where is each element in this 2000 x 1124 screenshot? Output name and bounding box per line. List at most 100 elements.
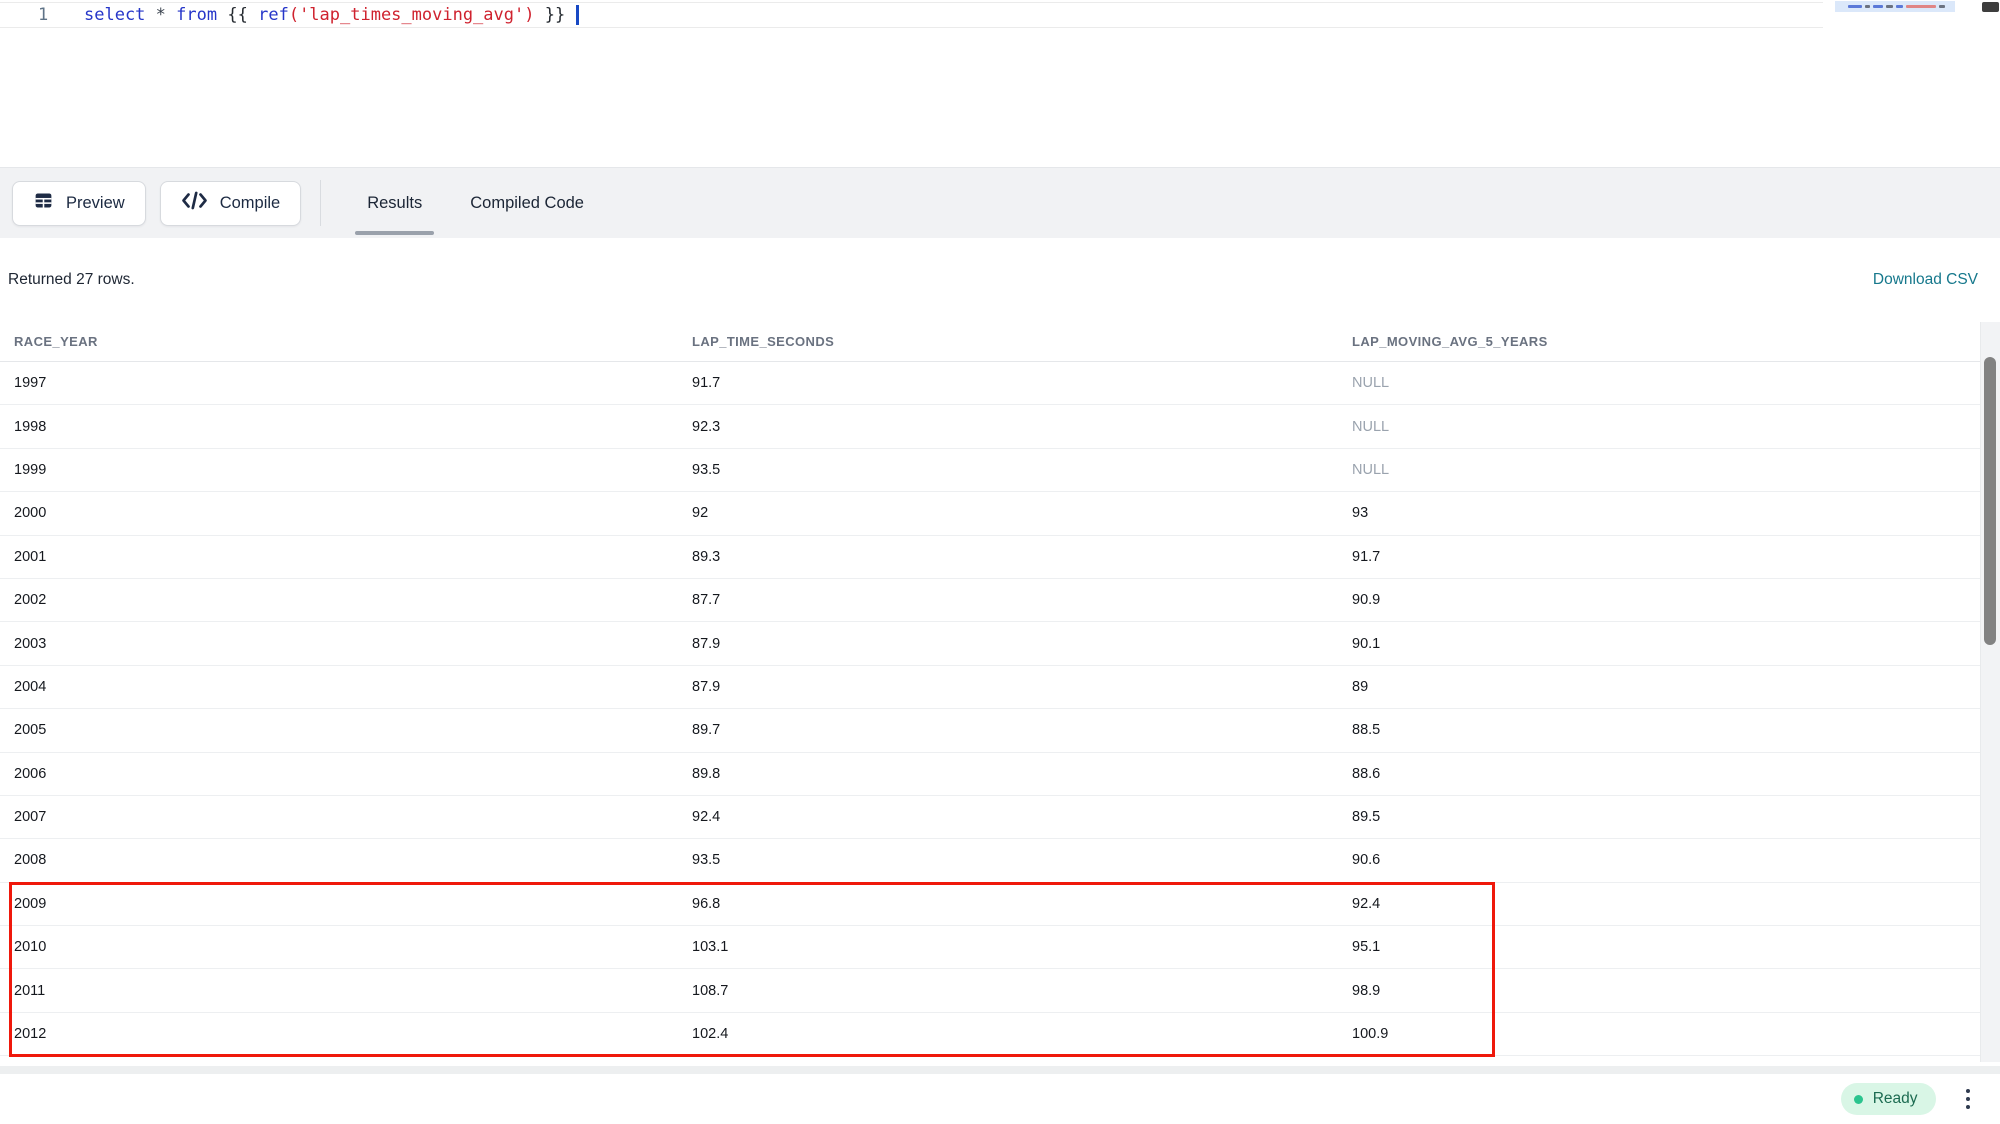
- sql-operator: *: [156, 5, 166, 25]
- table-cell: 102.4: [692, 1026, 1352, 1042]
- table-header-row: RACE_YEAR LAP_TIME_SECONDS LAP_MOVING_AV…: [0, 322, 1980, 362]
- tab-label: Compiled Code: [470, 194, 584, 213]
- table-row: 200792.489.5: [0, 796, 1980, 839]
- table-row: 200287.790.9: [0, 579, 1980, 622]
- table-cell: 2005: [14, 722, 692, 738]
- table-cell: 89: [1352, 679, 1980, 695]
- table-cell: 93: [1352, 505, 1980, 521]
- table-cell: NULL: [1352, 375, 1980, 391]
- table-cell: 92: [692, 505, 1352, 521]
- table-row: 200893.590.6: [0, 839, 1980, 882]
- table-scrollbar-thumb[interactable]: [1984, 357, 1996, 645]
- code-icon: [181, 190, 208, 216]
- preview-button[interactable]: Preview: [12, 181, 146, 226]
- table-cell: 87.9: [692, 679, 1352, 695]
- table-row: 200487.989: [0, 666, 1980, 709]
- download-csv-link[interactable]: Download CSV: [1873, 271, 1978, 289]
- table-cell: 103.1: [692, 939, 1352, 955]
- table-cell: 92.4: [692, 809, 1352, 825]
- table-cell: 92.3: [692, 419, 1352, 435]
- editor-minimap[interactable]: [1835, 1, 1955, 12]
- table-cell: 89.7: [692, 722, 1352, 738]
- table-cell: 87.9: [692, 636, 1352, 652]
- kebab-menu-icon[interactable]: [1962, 1085, 1975, 1114]
- table-cell: NULL: [1352, 419, 1980, 435]
- minimap-code-line: [1848, 5, 1945, 8]
- tab-compiled-code[interactable]: Compiled Code: [446, 168, 608, 238]
- code-text[interactable]: select * from {{ ref('lap_times_moving_a…: [84, 5, 579, 25]
- table-cell: 89.5: [1352, 809, 1980, 825]
- sql-keyword: select: [84, 5, 145, 25]
- table-body: 199791.7NULL199892.3NULL199993.5NULL2000…: [0, 362, 1980, 1056]
- status-badge-label: Ready: [1873, 1090, 1918, 1108]
- table-cell: 89.8: [692, 766, 1352, 782]
- table-row: 200189.391.7: [0, 536, 1980, 579]
- table-icon: [33, 190, 54, 216]
- text-cursor: [576, 5, 579, 25]
- jinja-ref-function: ref: [258, 5, 289, 25]
- table-row: 200589.788.5: [0, 709, 1980, 752]
- table-cell: 2004: [14, 679, 692, 695]
- editor-actions: Preview Compile: [12, 181, 301, 226]
- table-cell: 108.7: [692, 983, 1352, 999]
- table-row: 20009293: [0, 492, 1980, 535]
- status-bar: Ready: [0, 1074, 2000, 1124]
- table-cell: 2010: [14, 939, 692, 955]
- table-cell: 91.7: [1352, 549, 1980, 565]
- table-cell: 88.6: [1352, 766, 1980, 782]
- toolbar-divider: [320, 180, 321, 226]
- column-header-race-year: RACE_YEAR: [14, 334, 692, 349]
- table-cell: 1998: [14, 419, 692, 435]
- table-cell: 1999: [14, 462, 692, 478]
- table-scrollbar-track[interactable]: [1980, 322, 2000, 1062]
- jinja-string: ('lap_times_moving_avg'): [289, 5, 535, 25]
- table-cell: 87.7: [692, 592, 1352, 608]
- tab-results[interactable]: Results: [343, 168, 446, 238]
- sql-editor[interactable]: 1 select * from {{ ref('lap_times_moving…: [0, 0, 2000, 167]
- table-cell: 2012: [14, 1026, 692, 1042]
- table-cell: 2008: [14, 852, 692, 868]
- compile-button[interactable]: Compile: [160, 181, 302, 226]
- results-tabs: Results Compiled Code: [343, 168, 608, 238]
- table-cell: 90.1: [1352, 636, 1980, 652]
- table-row: 199993.5NULL: [0, 449, 1980, 492]
- table-row: 200387.990.1: [0, 622, 1980, 665]
- table-cell: 2007: [14, 809, 692, 825]
- table-cell: 90.6: [1352, 852, 1980, 868]
- table-cell: 2001: [14, 549, 692, 565]
- table-row: 200689.888.6: [0, 753, 1980, 796]
- table-cell: 2011: [14, 983, 692, 999]
- table-cell: 2006: [14, 766, 692, 782]
- horizontal-scrollbar-track[interactable]: [0, 1066, 2000, 1074]
- row-count-summary: Returned 27 rows.: [8, 271, 135, 289]
- results-toolbar: Preview Compile Results Compiled Code: [0, 167, 2000, 238]
- jinja-brace: }}: [545, 5, 565, 25]
- table-cell: 93.5: [692, 852, 1352, 868]
- table-cell: 98.9: [1352, 983, 1980, 999]
- table-row: 200996.892.4: [0, 883, 1980, 926]
- sql-keyword: from: [176, 5, 217, 25]
- status-badge: Ready: [1841, 1083, 1936, 1115]
- table-cell: 2003: [14, 636, 692, 652]
- preview-button-label: Preview: [66, 194, 125, 213]
- table-cell: 92.4: [1352, 896, 1980, 912]
- table-cell: 2009: [14, 896, 692, 912]
- table-row: 199791.7NULL: [0, 362, 1980, 405]
- editor-scrollbar-handle[interactable]: [1982, 2, 1999, 12]
- tab-label: Results: [367, 194, 422, 213]
- compile-button-label: Compile: [220, 194, 281, 213]
- column-header-lap-time-seconds: LAP_TIME_SECONDS: [692, 334, 1352, 349]
- results-table: RACE_YEAR LAP_TIME_SECONDS LAP_MOVING_AV…: [0, 322, 1980, 1056]
- table-cell: 90.9: [1352, 592, 1980, 608]
- table-row: 2011108.798.9: [0, 969, 1980, 1012]
- table-cell: 2000: [14, 505, 692, 521]
- dbt-ide-window: 1 select * from {{ ref('lap_times_moving…: [0, 0, 2000, 1124]
- table-row: 2010103.195.1: [0, 926, 1980, 969]
- column-header-lap-moving-avg-5-years: LAP_MOVING_AVG_5_YEARS: [1352, 334, 1980, 349]
- table-cell: 96.8: [692, 896, 1352, 912]
- table-cell: 93.5: [692, 462, 1352, 478]
- jinja-brace: {{: [227, 5, 247, 25]
- table-cell: 91.7: [692, 375, 1352, 391]
- table-row: 199892.3NULL: [0, 405, 1980, 448]
- table-cell: 88.5: [1352, 722, 1980, 738]
